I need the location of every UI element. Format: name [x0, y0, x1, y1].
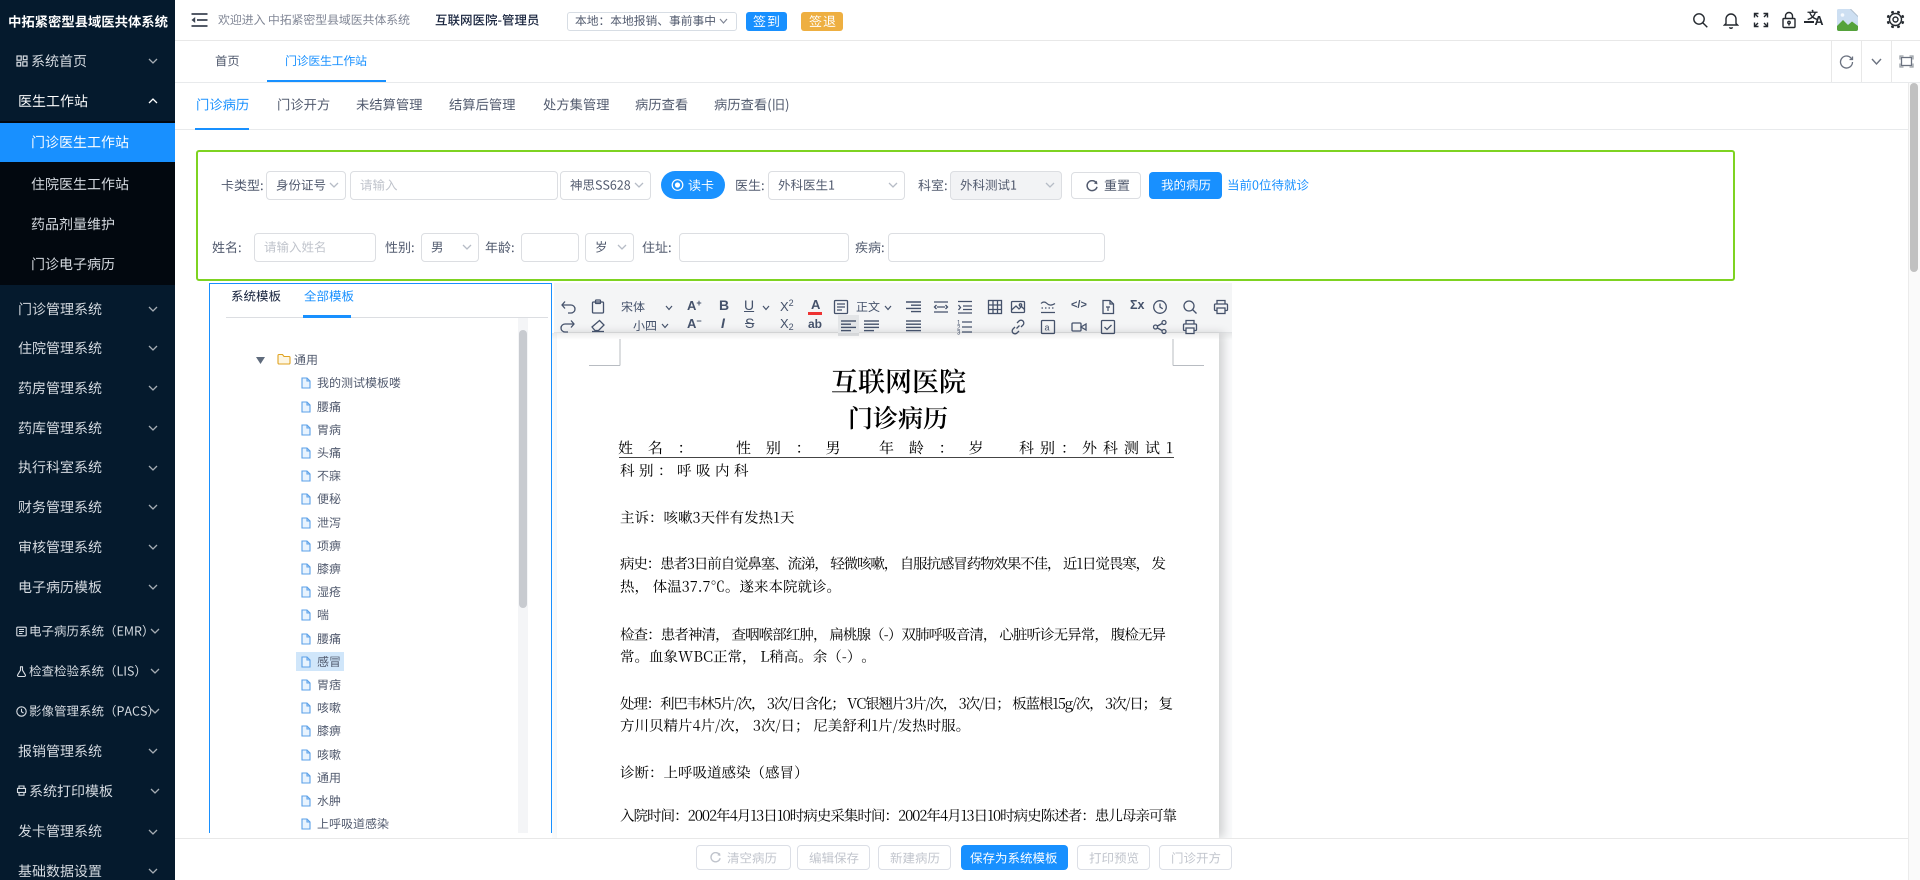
- svg-text:a: a: [1045, 322, 1050, 332]
